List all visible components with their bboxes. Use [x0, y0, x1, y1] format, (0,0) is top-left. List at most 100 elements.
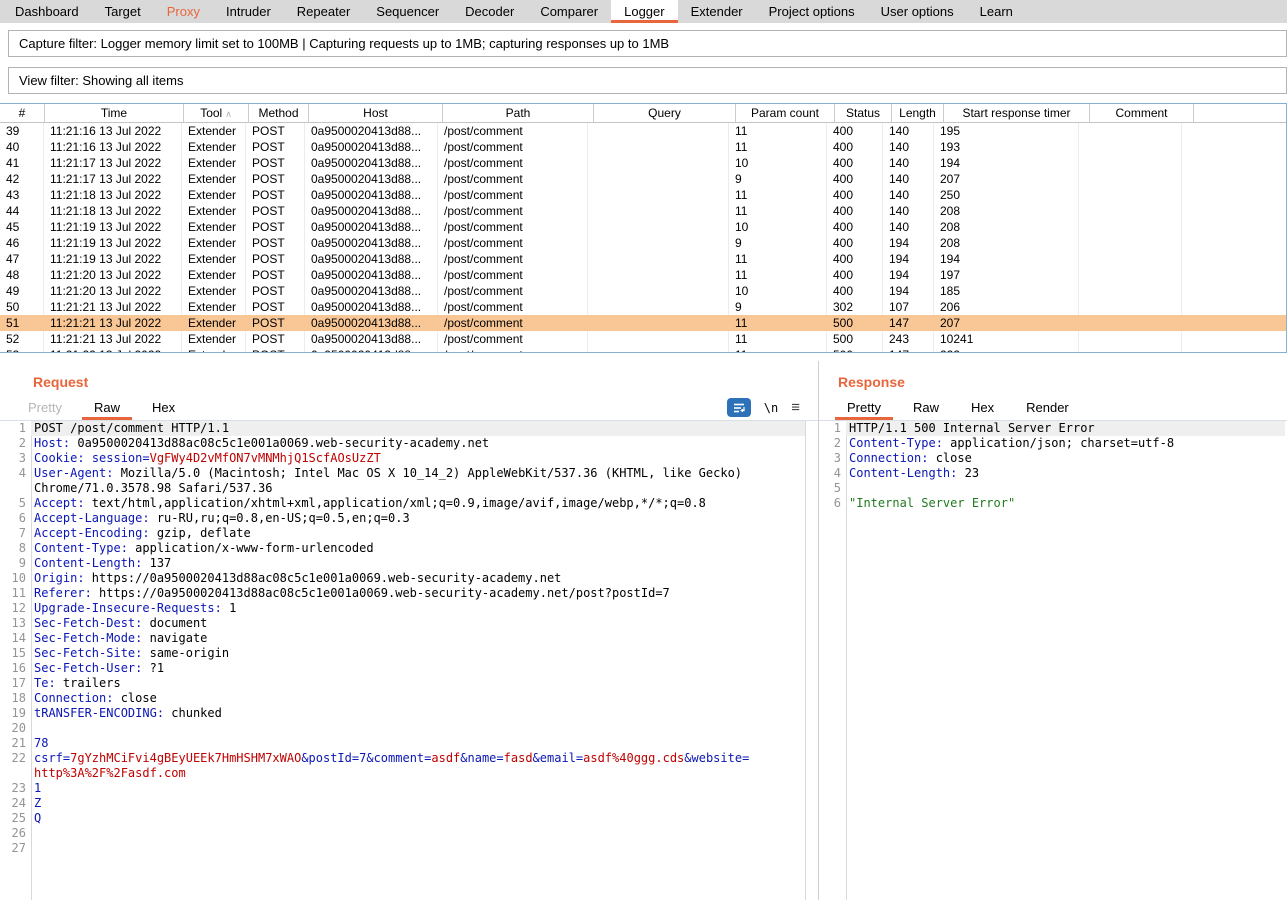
editor-line: 27: [0, 841, 805, 856]
sort-ascending-icon: ∧: [225, 109, 232, 119]
menu-tab-intruder[interactable]: Intruder: [213, 0, 284, 23]
table-cell-param-count: 11: [729, 267, 827, 283]
response-tab-raw[interactable]: Raw: [901, 399, 951, 417]
column-header-tool[interactable]: Tool∧: [184, 104, 249, 122]
table-row[interactable]: 4011:21:16 13 Jul 2022ExtenderPOST0a9500…: [0, 139, 1286, 155]
line-text: Sec-Fetch-Dest: document: [31, 616, 805, 631]
table-row[interactable]: 4811:21:20 13 Jul 2022ExtenderPOST0a9500…: [0, 267, 1286, 283]
menu-tab-dashboard[interactable]: Dashboard: [2, 0, 92, 23]
table-row[interactable]: 4411:21:18 13 Jul 2022ExtenderPOST0a9500…: [0, 203, 1286, 219]
table-cell-tool: Extender: [182, 155, 246, 171]
menu-tab-comparer[interactable]: Comparer: [527, 0, 611, 23]
table-cell-start-response-timer: 207: [934, 171, 1079, 187]
line-text: Chrome/71.0.3578.98 Safari/537.36: [31, 481, 805, 496]
table-cell-comment: [1079, 155, 1182, 171]
table-row[interactable]: 4611:21:19 13 Jul 2022ExtenderPOST0a9500…: [0, 235, 1286, 251]
menu-tab-extender[interactable]: Extender: [678, 0, 756, 23]
message-editors-area: Request PrettyRawHex \n ≡ 1POST /post/co…: [0, 361, 1287, 900]
column-header-query[interactable]: Query: [594, 104, 736, 122]
request-tab-raw[interactable]: Raw: [82, 399, 132, 420]
table-cell-time: 11:21:21 13 Jul 2022: [44, 331, 182, 347]
table-cell-comment: [1079, 171, 1182, 187]
table-cell-query: [588, 299, 729, 315]
editor-line: 14Sec-Fetch-Mode: navigate: [0, 631, 805, 646]
table-cell-status: 400: [827, 155, 883, 171]
response-tab-pretty[interactable]: Pretty: [835, 399, 893, 420]
column-header-host[interactable]: Host: [309, 104, 443, 122]
menu-tab-learn[interactable]: Learn: [967, 0, 1026, 23]
prettify-toggle-button[interactable]: [727, 398, 751, 417]
table-cell-param-count: 10: [729, 283, 827, 299]
editor-menu-button[interactable]: ≡: [791, 398, 800, 417]
menu-tab-sequencer[interactable]: Sequencer: [363, 0, 452, 23]
newline-toggle-button[interactable]: \n: [764, 401, 778, 415]
table-body: 3911:21:16 13 Jul 2022ExtenderPOST0a9500…: [0, 123, 1286, 353]
table-cell-length: 147: [883, 315, 934, 331]
table-row[interactable]: 4911:21:20 13 Jul 2022ExtenderPOST0a9500…: [0, 283, 1286, 299]
table-cell-query: [588, 235, 729, 251]
table-row[interactable]: 5011:21:21 13 Jul 2022ExtenderPOST0a9500…: [0, 299, 1286, 315]
column-header-time[interactable]: Time: [45, 104, 184, 122]
line-number: 21: [0, 736, 31, 751]
capture-filter-bar[interactable]: Capture filter: Logger memory limit set …: [8, 30, 1287, 57]
table-cell-start-response-timer: 250: [934, 187, 1079, 203]
line-text: Host: 0a9500020413d88ac08c5c1e001a0069.w…: [31, 436, 805, 451]
table-cell-comment: [1079, 315, 1182, 331]
column-header-status[interactable]: Status: [835, 104, 892, 122]
table-cell-method: POST: [246, 235, 305, 251]
table-cell-tool: Extender: [182, 331, 246, 347]
table-cell-query: [588, 251, 729, 267]
menu-tab-user-options[interactable]: User options: [868, 0, 967, 23]
menu-tab-target[interactable]: Target: [92, 0, 154, 23]
request-tab-hex[interactable]: Hex: [140, 399, 187, 417]
table-row[interactable]: 5211:21:21 13 Jul 2022ExtenderPOST0a9500…: [0, 331, 1286, 347]
table-row[interactable]: 3911:21:16 13 Jul 2022ExtenderPOST0a9500…: [0, 123, 1286, 139]
table-cell-tool: Extender: [182, 203, 246, 219]
request-editor[interactable]: 1POST /post/comment HTTP/1.12Host: 0a950…: [0, 421, 805, 900]
column-header-start-response-timer[interactable]: Start response timer: [944, 104, 1090, 122]
table-row[interactable]: 4711:21:19 13 Jul 2022ExtenderPOST0a9500…: [0, 251, 1286, 267]
table-cell-method: POST: [246, 331, 305, 347]
view-filter-bar[interactable]: View filter: Showing all items: [8, 67, 1287, 94]
editor-line: 1POST /post/comment HTTP/1.1: [0, 421, 805, 436]
line-number: 7: [0, 526, 31, 541]
line-number: 23: [0, 781, 31, 796]
editor-line: Chrome/71.0.3578.98 Safari/537.36: [0, 481, 805, 496]
table-cell--: 51: [0, 315, 44, 331]
column-header-method[interactable]: Method: [249, 104, 309, 122]
table-row[interactable]: 4511:21:19 13 Jul 2022ExtenderPOST0a9500…: [0, 219, 1286, 235]
table-cell-length: 107: [883, 299, 934, 315]
menu-tab-proxy[interactable]: Proxy: [154, 0, 213, 23]
column-header-param-count[interactable]: Param count: [736, 104, 835, 122]
line-number: 20: [0, 721, 31, 736]
table-cell-length: 194: [883, 267, 934, 283]
table-row[interactable]: 4111:21:17 13 Jul 2022ExtenderPOST0a9500…: [0, 155, 1286, 171]
column-header-comment[interactable]: Comment: [1090, 104, 1194, 122]
column-header--[interactable]: #: [0, 104, 45, 122]
line-text: Accept: text/html,application/xhtml+xml,…: [31, 496, 805, 511]
response-tab-hex[interactable]: Hex: [959, 399, 1006, 417]
table-row[interactable]: 4311:21:18 13 Jul 2022ExtenderPOST0a9500…: [0, 187, 1286, 203]
table-cell--: 48: [0, 267, 44, 283]
editor-line: 18Connection: close: [0, 691, 805, 706]
column-header-length[interactable]: Length: [892, 104, 944, 122]
table-row[interactable]: 5111:21:21 13 Jul 2022ExtenderPOST0a9500…: [0, 315, 1286, 331]
column-header-path[interactable]: Path: [443, 104, 594, 122]
menu-tab-repeater[interactable]: Repeater: [284, 0, 363, 23]
menu-tab-logger[interactable]: Logger: [611, 0, 677, 23]
table-cell-tool: Extender: [182, 251, 246, 267]
response-tab-render[interactable]: Render: [1014, 399, 1081, 417]
line-number: 5: [0, 496, 31, 511]
menu-tab-project-options[interactable]: Project options: [756, 0, 868, 23]
line-number: [0, 481, 31, 496]
table-cell-host: 0a9500020413d88...: [305, 123, 438, 139]
response-editor[interactable]: 1HTTP/1.1 500 Internal Server Error2Cont…: [819, 421, 1285, 900]
table-row[interactable]: 4211:21:17 13 Jul 2022ExtenderPOST0a9500…: [0, 171, 1286, 187]
table-cell-comment: [1079, 267, 1182, 283]
menu-tab-decoder[interactable]: Decoder: [452, 0, 527, 23]
table-cell-method: POST: [246, 139, 305, 155]
editor-line: 16Sec-Fetch-User: ?1: [0, 661, 805, 676]
line-number: 13: [0, 616, 31, 631]
table-cell-method: POST: [246, 203, 305, 219]
editor-line: 231: [0, 781, 805, 796]
